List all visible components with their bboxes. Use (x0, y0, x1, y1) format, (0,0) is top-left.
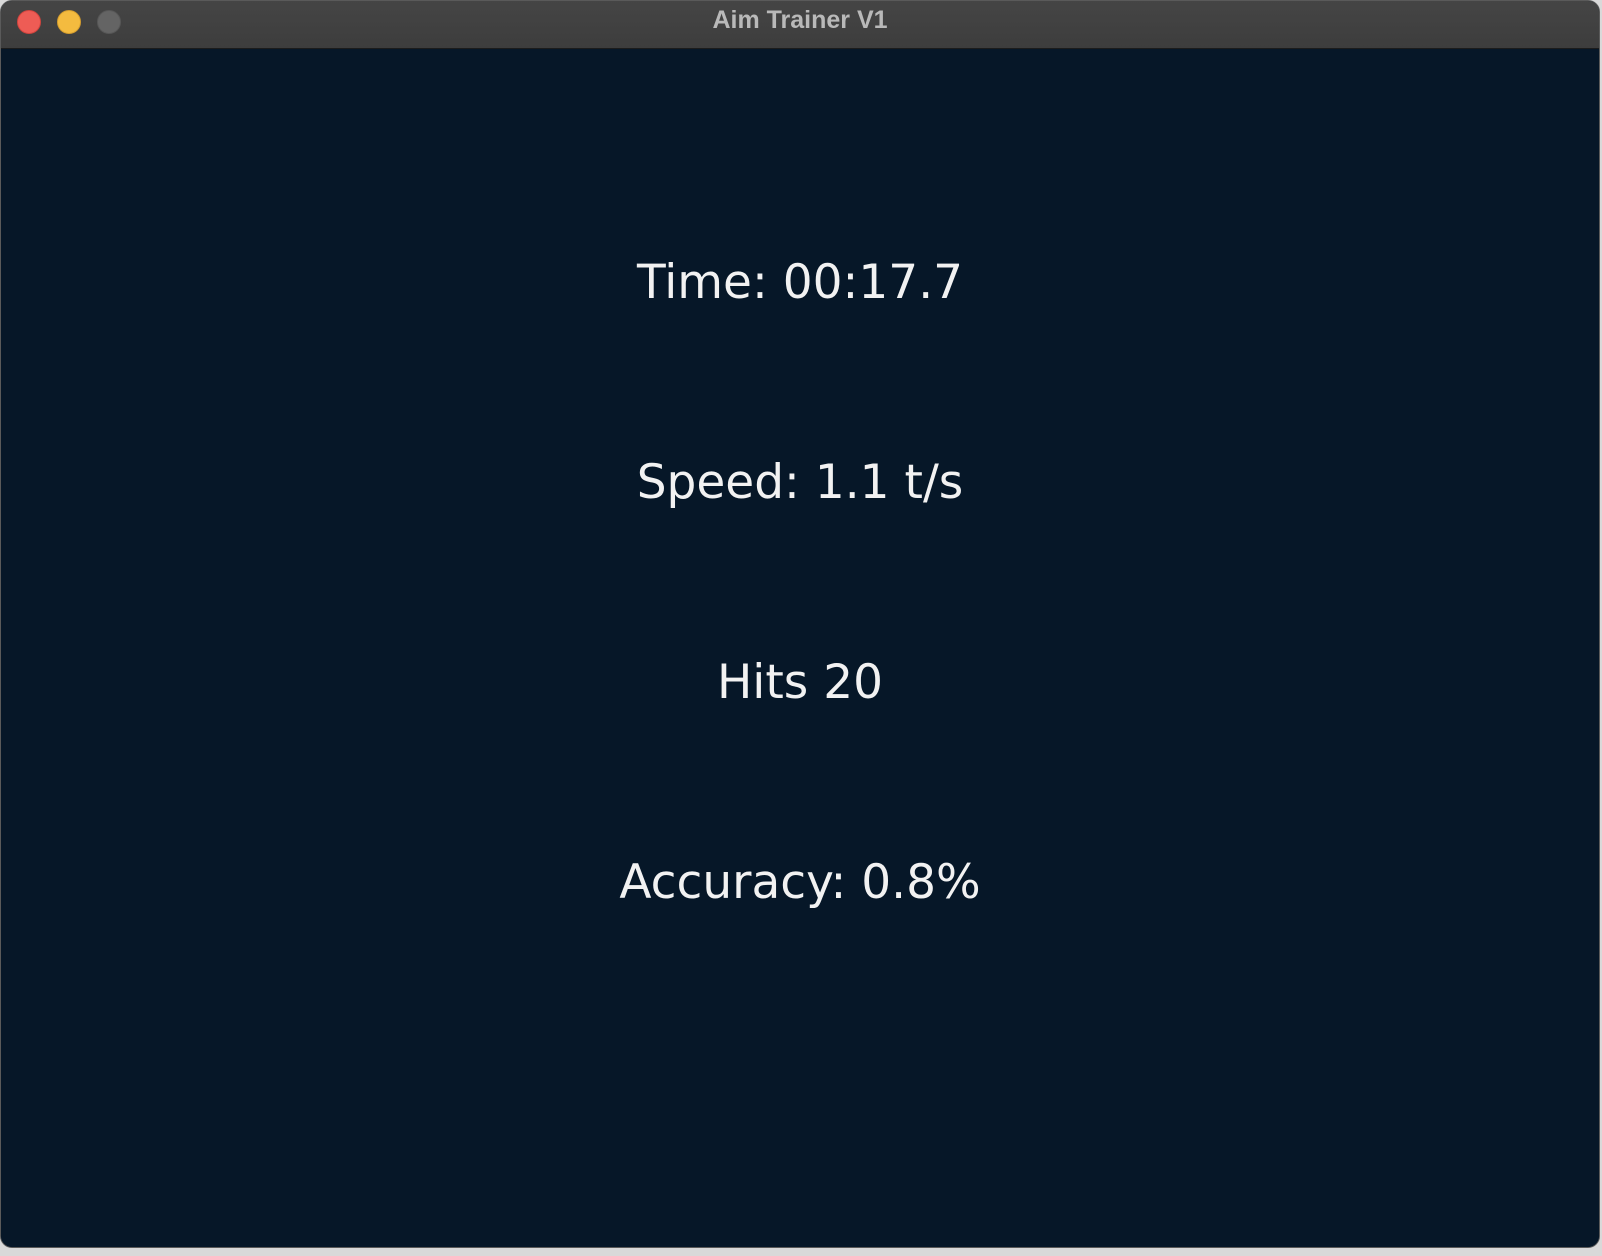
speed-stat: Speed: 1.1 t/s (636, 455, 964, 510)
game-canvas[interactable]: Time: 00:17.7 Speed: 1.1 t/s Hits 20 Acc… (1, 49, 1599, 1247)
title-bar[interactable]: Aim Trainer V1 (1, 1, 1599, 49)
desktop-background (0, 1248, 1602, 1256)
window-title: Aim Trainer V1 (712, 6, 888, 34)
app-window: Aim Trainer V1 Time: 00:17.7 Speed: 1.1 … (0, 0, 1600, 1248)
accuracy-stat: Accuracy: 0.8% (619, 855, 981, 910)
time-stat: Time: 00:17.7 (636, 255, 964, 310)
hits-stat: Hits 20 (716, 655, 884, 710)
